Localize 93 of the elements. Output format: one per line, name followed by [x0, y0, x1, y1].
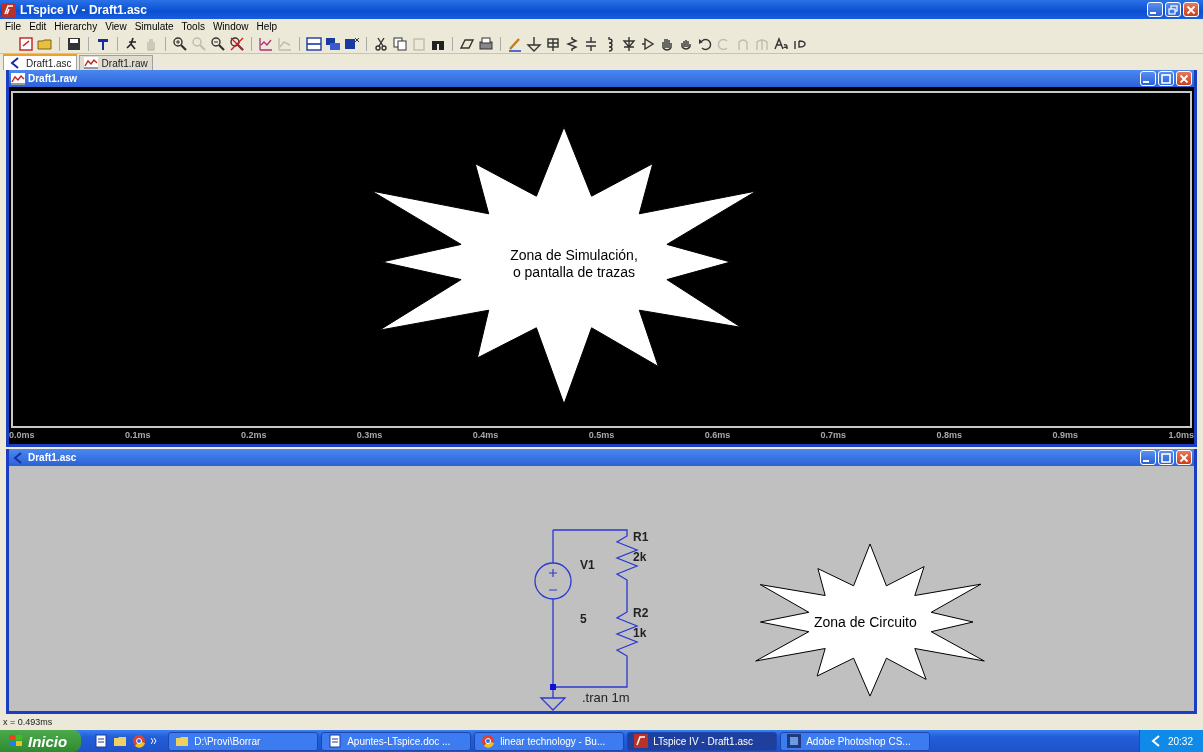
menu-item[interactable]: View: [102, 21, 130, 32]
chart-icon[interactable]: [258, 35, 274, 52]
taskbar-button[interactable]: linear technology - Bu...: [474, 731, 625, 751]
callout-text: Zona de Simulación, o pantalla de trazas: [509, 247, 639, 281]
close-button[interactable]: [1183, 2, 1199, 17]
callout-text: Zona de Circuito: [814, 614, 917, 630]
cascade-windows-icon[interactable]: [325, 35, 341, 52]
capacitor-icon[interactable]: [583, 35, 599, 52]
axis-tick-label: 0.3ms: [356, 430, 383, 440]
restore-icon: [1168, 4, 1178, 15]
maximize-button[interactable]: [1158, 71, 1174, 86]
window-title: Draft1.asc: [28, 452, 77, 463]
taskbar-button[interactable]: D:\Provi\Borrar: [168, 731, 319, 751]
resistor-icon[interactable]: [564, 35, 580, 52]
tray-icon[interactable]: [1149, 735, 1162, 747]
flag-icon: [8, 734, 24, 748]
axis-tick-label: 1.0ms: [1168, 430, 1194, 440]
minimize-icon: [1150, 12, 1156, 14]
app-icon: [634, 734, 649, 748]
menu-item[interactable]: Hierarchy: [51, 21, 101, 32]
app-icon: [787, 734, 802, 748]
component-value: 2k: [633, 550, 647, 564]
printer-icon[interactable]: [478, 35, 494, 52]
menu-item[interactable]: Simulate: [131, 21, 177, 32]
axis-tick-label: 0.5ms: [588, 430, 615, 440]
minimize-button[interactable]: [1140, 450, 1156, 465]
browser-icon: [481, 734, 496, 748]
axis-tick-label: 0.6ms: [704, 430, 731, 440]
folder-icon[interactable]: [113, 734, 128, 748]
window-title: LTspice IV - Draft1.asc: [20, 2, 147, 17]
ground-icon[interactable]: [526, 35, 542, 52]
window-title: Draft1.raw: [28, 73, 77, 84]
chevron-icon[interactable]: [151, 737, 158, 745]
scissors-icon[interactable]: [373, 35, 389, 52]
net-label-icon[interactable]: [545, 35, 561, 52]
axis-tick-label: 0.0ms: [9, 430, 35, 440]
taskbar-button[interactable]: Adobe Photoshop CS...: [780, 731, 931, 751]
document-icon[interactable]: [94, 734, 109, 748]
minimize-icon: [1143, 460, 1149, 462]
spice-directive: .tran 1m: [582, 690, 630, 705]
close-button[interactable]: [1176, 450, 1192, 465]
menu-item[interactable]: Edit: [26, 21, 50, 32]
app-icon: [2, 2, 16, 17]
taskbar-button[interactable]: Apuntes-LTspice.doc ...: [321, 731, 472, 751]
menu-item[interactable]: Window: [209, 21, 252, 32]
close-icon: [1179, 73, 1189, 84]
maximize-button[interactable]: [1158, 450, 1174, 465]
document-icon: [328, 734, 343, 748]
axis-tick-label: 0.9ms: [1052, 430, 1078, 440]
document-tab[interactable]: Draft1.asc: [3, 54, 77, 70]
taskbar-button[interactable]: LTspice IV - Draft1.asc: [627, 731, 778, 751]
folder-icon: [175, 734, 190, 748]
close-button[interactable]: [1176, 71, 1192, 86]
minimize-button[interactable]: [1147, 2, 1163, 17]
axis-tick-label: 0.4ms: [472, 430, 499, 440]
minimize-button[interactable]: [1140, 71, 1156, 86]
axis-tick-label: 0.2ms: [240, 430, 267, 440]
axis-tick-label: 0.7ms: [820, 430, 847, 440]
restore-button[interactable]: [1165, 2, 1181, 17]
voltage-source-symbol: [534, 562, 572, 600]
menu-item[interactable]: Help: [253, 21, 281, 32]
document-tab[interactable]: Draft1.raw: [78, 55, 153, 70]
component-name: V1: [580, 558, 595, 572]
zoom-in-icon[interactable]: [172, 35, 188, 52]
close-icon: [1186, 4, 1196, 15]
component-name: R2: [633, 606, 649, 620]
menu-item[interactable]: Tools: [178, 21, 208, 32]
component-value: 1k: [633, 626, 647, 640]
axis-tick-label: 0.1ms: [124, 430, 151, 440]
clock: 20:32: [1167, 735, 1193, 747]
save-icon[interactable]: [66, 35, 82, 52]
close-windows-icon[interactable]: [344, 35, 360, 52]
component-icon[interactable]: [640, 35, 656, 52]
component-name: R1: [633, 530, 649, 544]
component-value: 5: [580, 612, 587, 626]
start-button[interactable]: Inicio: [0, 730, 82, 752]
close-icon: [1179, 452, 1189, 463]
status-text: x = 0.493ms: [3, 717, 53, 727]
axis-tick-label: 0.8ms: [936, 430, 963, 440]
maximize-icon: [1161, 452, 1171, 463]
browser-icon[interactable]: [132, 734, 147, 748]
menu-item[interactable]: File: [2, 21, 25, 32]
tile-windows-icon[interactable]: [306, 35, 322, 52]
maximize-icon: [1161, 73, 1171, 84]
new-schematic-icon[interactable]: [18, 35, 34, 52]
zoom-out-icon[interactable]: [210, 35, 226, 52]
copy-icon[interactable]: [392, 35, 408, 52]
minimize-icon: [1143, 81, 1149, 83]
chart-icon: [83, 57, 98, 69]
chart-icon: [11, 72, 25, 85]
text-icon[interactable]: [773, 35, 789, 52]
diode-icon[interactable]: [621, 35, 637, 52]
zoom-cancel-icon[interactable]: [229, 35, 245, 52]
